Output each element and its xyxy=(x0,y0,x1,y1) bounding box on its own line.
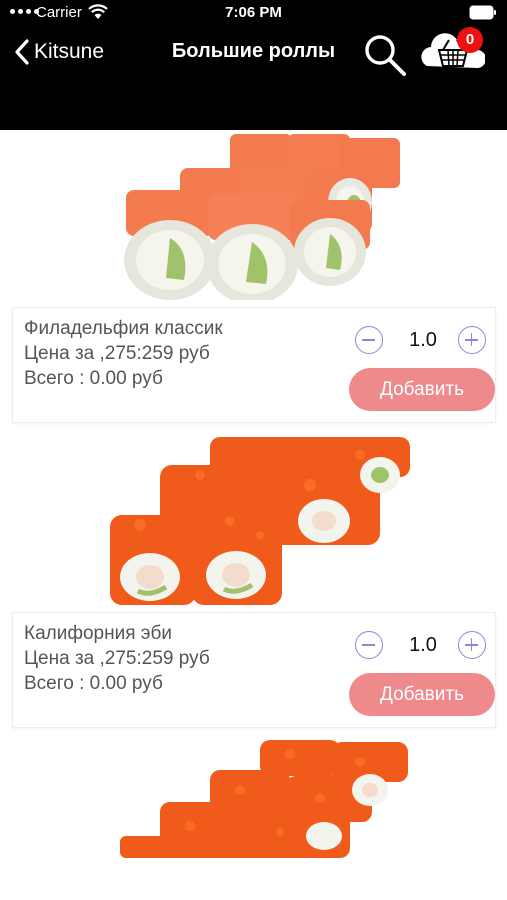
quantity-value: 1.0 xyxy=(409,634,437,656)
plus-icon[interactable] xyxy=(458,631,486,659)
add-to-cart-button[interactable]: Добавить xyxy=(349,368,495,411)
minus-icon[interactable] xyxy=(355,326,383,354)
battery-icon xyxy=(469,5,496,20)
status-bar: Carrier 7:06 PM xyxy=(0,0,507,26)
navigation-bar: Kitsune Большие роллы 0 xyxy=(0,26,507,130)
search-icon[interactable] xyxy=(362,32,408,78)
product-total: Всего : 0.00 руб xyxy=(24,673,163,694)
add-to-cart-button[interactable]: Добавить xyxy=(349,673,495,716)
cart-count-badge: 0 xyxy=(457,27,483,53)
plus-icon[interactable] xyxy=(458,326,486,354)
california-roll-image xyxy=(120,740,408,858)
quantity-value: 1.0 xyxy=(409,329,437,351)
california-ebi-roll-image xyxy=(110,437,410,605)
status-time: 7:06 PM xyxy=(225,4,282,21)
product-name: Филадельфия классик xyxy=(24,318,223,339)
product-name: Калифорния эби xyxy=(24,623,172,644)
product-price: Цена за ,275:259 руб xyxy=(24,343,210,364)
philadelphia-roll-image xyxy=(124,134,400,300)
product-card: Филадельфия классик Цена за ,275:259 руб… xyxy=(12,307,496,423)
product-card: Калифорния эби Цена за ,275:259 руб Всег… xyxy=(12,612,496,728)
product-price: Цена за ,275:259 руб xyxy=(24,648,210,669)
product-total: Всего : 0.00 руб xyxy=(24,368,163,389)
minus-icon[interactable] xyxy=(355,631,383,659)
